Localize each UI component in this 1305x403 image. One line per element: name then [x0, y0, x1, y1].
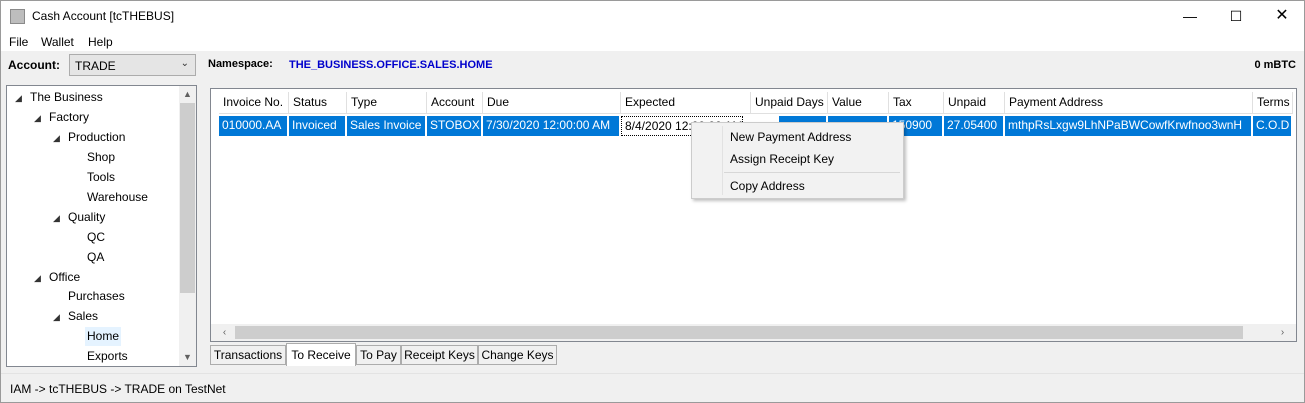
menu-item-assign-receipt-key[interactable]: Assign Receipt Key	[730, 152, 834, 166]
menu-item-new-payment-address[interactable]: New Payment Address	[730, 130, 851, 144]
menu-wallet[interactable]: Wallet	[41, 35, 74, 49]
cell-payment-address[interactable]: mthpRsLxgw9LhNPaBWCowfKrwfnoo3wnH	[1005, 116, 1253, 136]
account-dropdown[interactable]: TRADE ⌄	[69, 54, 196, 76]
cell-unpaid[interactable]: 27.05400	[944, 116, 1005, 136]
tab-receipt-keys[interactable]: Receipt Keys	[401, 345, 478, 365]
column-header-payment-address[interactable]: Payment Address	[1005, 92, 1253, 114]
app-icon	[10, 9, 25, 24]
tree-scroll-thumb[interactable]	[180, 103, 195, 293]
scroll-left-icon[interactable]: ‹	[216, 324, 233, 341]
grid-horizontal-scrollbar[interactable]: ‹ ›	[211, 324, 1296, 341]
column-header-value[interactable]: Value	[828, 92, 889, 114]
menu-bar: File Wallet Help	[1, 32, 1304, 51]
column-header-unpaid-days[interactable]: Unpaid Days	[751, 92, 828, 114]
tab-to-receive[interactable]: To Receive	[286, 343, 356, 366]
scroll-right-icon[interactable]: ›	[1274, 324, 1291, 341]
cell-type[interactable]: Sales Invoice	[347, 116, 427, 136]
tab-to-pay[interactable]: To Pay	[356, 345, 401, 365]
scroll-down-icon[interactable]: ▼	[179, 349, 196, 366]
window-title: Cash Account [tcTHEBUS]	[32, 9, 175, 23]
status-text: IAM -> tcTHEBUS -> TRADE on TestNet	[10, 382, 226, 396]
tree-item-production[interactable]: Production	[68, 128, 125, 147]
balance-display: 0 mBTC	[1254, 59, 1296, 71]
column-header-status[interactable]: Status	[289, 92, 347, 114]
column-header-type[interactable]: Type	[347, 92, 427, 114]
column-header-expected[interactable]: Expected	[621, 92, 751, 114]
expand-arrow-icon[interactable]: ◢	[53, 312, 60, 323]
title-bar: Cash Account [tcTHEBUS] — ☐ ✕	[1, 1, 1304, 32]
tree-item-factory[interactable]: Factory	[49, 108, 89, 127]
tree-item-tools[interactable]: Tools	[87, 168, 115, 187]
scroll-up-icon[interactable]: ▲	[179, 86, 196, 103]
tree-item-qa[interactable]: QA	[87, 248, 104, 267]
tab-transactions[interactable]: Transactions	[210, 345, 286, 365]
column-header-tax[interactable]: Tax	[889, 92, 944, 114]
tab-change-keys[interactable]: Change Keys	[478, 345, 557, 365]
cell-status[interactable]: Invoiced	[289, 116, 347, 136]
expand-arrow-icon[interactable]: ◢	[15, 93, 22, 104]
cell-account[interactable]: STOBOX	[427, 116, 483, 136]
column-header-invoice-no[interactable]: Invoice No.	[219, 92, 289, 114]
namespace-tree[interactable]: ◢ The Business ◢ Factory ◢ Production Sh…	[6, 85, 197, 367]
tree-item-quality[interactable]: Quality	[68, 208, 105, 227]
cell-invoice-no[interactable]: 010000.AA	[219, 116, 289, 136]
close-button[interactable]: ✕	[1259, 1, 1305, 32]
tree-item-shop[interactable]: Shop	[87, 148, 115, 167]
cash-account-window: Cash Account [tcTHEBUS] — ☐ ✕ File Walle…	[0, 0, 1305, 403]
column-header-due[interactable]: Due	[483, 92, 621, 114]
expand-arrow-icon[interactable]: ◢	[34, 113, 41, 124]
tree-item-home[interactable]: Home	[85, 327, 122, 346]
expand-arrow-icon[interactable]: ◢	[34, 273, 41, 284]
chevron-down-icon: ⌄	[180, 58, 189, 69]
account-label: Account:	[8, 58, 60, 72]
tree-item-the-business[interactable]: The Business	[30, 88, 103, 107]
tree-item-sales[interactable]: Sales	[68, 307, 98, 326]
tree-item-qc[interactable]: QC	[87, 228, 105, 247]
minimize-button[interactable]: —	[1167, 1, 1213, 32]
maximize-button[interactable]: ☐	[1213, 1, 1259, 32]
cell-due[interactable]: 7/30/2020 12:00:00 AM	[483, 116, 621, 136]
menu-item-copy-address[interactable]: Copy Address	[730, 179, 805, 193]
account-dropdown-value: TRADE	[75, 59, 116, 73]
column-header-terms[interactable]: Terms	[1253, 92, 1293, 114]
column-header-account[interactable]: Account	[427, 92, 483, 114]
menu-file[interactable]: File	[9, 35, 28, 49]
tree-item-office[interactable]: Office	[49, 268, 80, 287]
namespace-value: THE_BUSINESS.OFFICE.SALES.HOME	[289, 59, 493, 71]
column-header-unpaid[interactable]: Unpaid	[944, 92, 1005, 114]
context-menu-gutter	[722, 126, 723, 195]
cell-terms[interactable]: C.O.D	[1253, 116, 1293, 136]
tree-item-purchases[interactable]: Purchases	[68, 287, 125, 306]
expand-arrow-icon[interactable]: ◢	[53, 133, 60, 144]
namespace-label: Namespace:	[208, 58, 273, 70]
grid-scroll-thumb[interactable]	[235, 326, 1243, 339]
tree-item-exports[interactable]: Exports	[87, 347, 128, 366]
status-bar: IAM -> tcTHEBUS -> TRADE on TestNet	[1, 373, 1304, 402]
tree-scrollbar[interactable]: ▲ ▼	[179, 86, 196, 366]
tree-item-warehouse[interactable]: Warehouse	[87, 188, 148, 207]
menu-separator	[724, 172, 900, 173]
expand-arrow-icon[interactable]: ◢	[53, 213, 60, 224]
context-menu: New Payment Address Assign Receipt Key C…	[691, 122, 904, 199]
menu-help[interactable]: Help	[88, 35, 113, 49]
